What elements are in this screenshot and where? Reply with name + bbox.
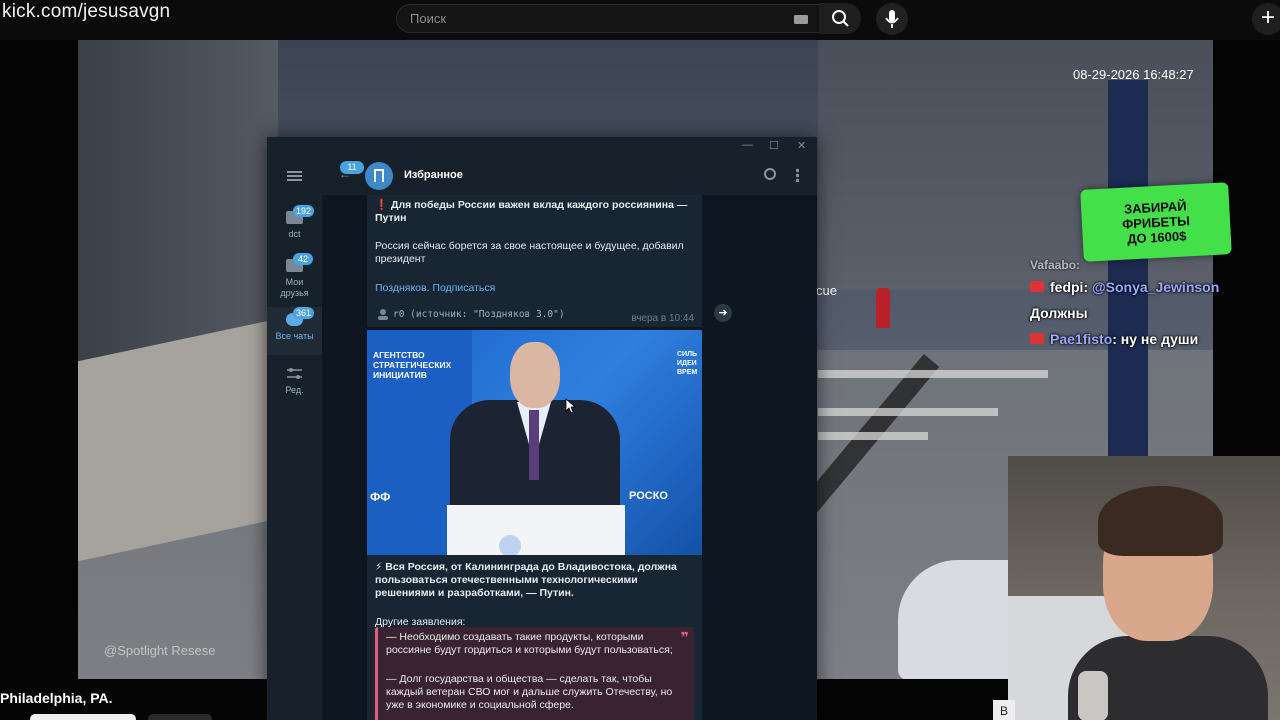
chat-message: Vafaabo:: [1030, 256, 1260, 274]
stream-chat-overlay: Vafaabo: fedpi: @Sonya_Jewinson Должны P…: [1030, 256, 1260, 352]
message-quote: ❞ — Необходимо создавать такие продукты,…: [375, 627, 694, 720]
folder-dct[interactable]: 192 dct: [267, 205, 322, 251]
browser-topbar: kick.com/jesusavgn Поиск +: [0, 0, 1280, 40]
chat-mention[interactable]: @Sonya_Jewinson: [1092, 279, 1219, 295]
search-input[interactable]: Поиск: [396, 4, 861, 33]
partial-button[interactable]: B: [993, 700, 1015, 720]
speaker-tie: [529, 410, 539, 480]
chat-badge-icon: [1030, 281, 1044, 292]
search-button[interactable]: [819, 3, 861, 34]
unread-badge: 192: [293, 205, 315, 217]
follow-button[interactable]: [30, 714, 136, 720]
chat-message: fedpi: @Sonya_Jewinson: [1030, 274, 1260, 300]
promo-banner[interactable]: ЗАБИРАЙ ФРИБЕТЫ ДО 1600$: [1080, 182, 1232, 262]
sidewalk: [78, 318, 278, 562]
message-headline: ❗ Для победы России важен вклад каждого …: [375, 199, 688, 224]
chat-badge-icon: [1030, 333, 1044, 344]
menu-icon[interactable]: [287, 171, 302, 181]
streamer-webcam: [1008, 456, 1280, 720]
partial-overlay-text: cue: [816, 283, 837, 298]
search-placeholder: Поиск: [410, 11, 447, 26]
saved-messages-avatar[interactable]: [365, 162, 393, 190]
microphone-icon: [885, 10, 899, 28]
subscribe-button[interactable]: [148, 714, 212, 720]
cursor-icon: [565, 398, 576, 414]
stream-page: kick.com/jesusavgn Поиск + 08-29-2026 16…: [0, 0, 1280, 720]
search-icon: [832, 10, 849, 27]
forward-icon[interactable]: ➜: [714, 304, 732, 322]
photo-left-text: ФФ: [370, 490, 391, 504]
message-time: вчера в 10:44: [631, 313, 694, 324]
close-icon[interactable]: ✕: [797, 139, 806, 152]
crosswalk-stripe: [818, 408, 998, 416]
chat-text: Должны: [1030, 305, 1088, 321]
subscribe-link[interactable]: Поздняков. Подписаться: [375, 282, 495, 294]
more-vertical-icon[interactable]: [796, 168, 799, 182]
folder-edit[interactable]: Ред.: [267, 361, 322, 407]
bookmark-icon: [374, 169, 384, 182]
message-photo[interactable]: АГЕНТСТВО СТРАТЕГИЧЕСКИХ ИНИЦИАТИВ ФФ СИ…: [367, 330, 702, 555]
voice-search-button[interactable]: [876, 3, 908, 35]
settings-sliders-icon: [287, 368, 302, 379]
folder-label: Все чаты: [275, 331, 314, 341]
chat-message: Должны: [1030, 300, 1260, 326]
chat-username: Pae1fisto: [1050, 331, 1113, 347]
back-unread-badge: 11: [340, 161, 364, 174]
crosswalk-stripe: [818, 370, 1048, 378]
unread-badge: 361: [293, 307, 315, 319]
channel-url: kick.com/jesusavgn: [2, 1, 171, 22]
chat-username: Vafaabo: [1030, 258, 1077, 272]
create-button[interactable]: +: [1252, 3, 1280, 35]
message-bubble[interactable]: ❗ Для победы России важен вклад каждого …: [367, 195, 702, 327]
telegram-window: — ☐ ✕ 192 dct 42 Мои друзья 361 Все чаты: [267, 137, 817, 720]
message-headline: ⚡ Вся Россия, от Калининграда до Владиво…: [375, 561, 677, 599]
stream-location: Philadelphia, PA.: [0, 690, 113, 706]
microphone: [1078, 671, 1108, 720]
camera-watermark: @Spotlight Resese: [104, 643, 216, 658]
search-icon[interactable]: [764, 168, 776, 180]
keyboard-icon[interactable]: [794, 15, 808, 24]
chat-username: fedpi: [1050, 279, 1084, 295]
minimize-icon[interactable]: —: [742, 139, 753, 151]
folder-sidebar: 192 dct 42 Мои друзья 361 Все чаты Ред.: [267, 157, 322, 720]
message-source: r0 (источник: "Поздняков 3.0"): [393, 309, 565, 320]
chat-message: Pae1fisto: ну не души: [1030, 326, 1260, 352]
crosswalk-stripe: [818, 432, 928, 440]
message-body: Россия сейчас борется за свое настоящее …: [375, 240, 684, 265]
chat-text: : ну не души: [1112, 331, 1199, 347]
chat-title[interactable]: Избранное: [404, 169, 463, 181]
message-bubble[interactable]: ⚡ Вся Россия, от Калининграда до Владиво…: [367, 555, 702, 720]
unread-badge: 42: [293, 253, 313, 265]
folder-label: dct: [288, 229, 301, 239]
folder-label: Ред.: [285, 385, 304, 395]
quote-line: — Долг государства и общества — сделать …: [386, 673, 673, 711]
chat-header: [322, 157, 817, 195]
chat-text: :: [1076, 258, 1081, 272]
folder-friends[interactable]: 42 Мои друзья: [267, 253, 322, 303]
maximize-icon[interactable]: ☐: [769, 139, 779, 152]
streamer-hair: [1098, 486, 1223, 556]
podium-logo: [499, 535, 521, 555]
speaker-head: [510, 342, 560, 408]
promo-text: ЗАБИРАЙ ФРИБЕТЫ ДО 1600$: [1121, 198, 1191, 247]
fire-hydrant: [876, 288, 890, 328]
folder-all-chats[interactable]: 361 Все чаты: [267, 307, 322, 355]
photo-right-top-text: СИЛЬ ИДЕИ ВРЕМ: [677, 351, 698, 376]
chat-text: :: [1083, 279, 1089, 295]
podium: [447, 505, 625, 555]
roscongress-logo-text: РОСКО: [629, 490, 668, 502]
quote-line: — Необходимо создавать такие продукты, к…: [386, 631, 673, 656]
user-icon: [378, 309, 388, 320]
camera-timestamp: 08-29-2026 16:48:27: [1073, 67, 1194, 82]
asi-logo-text: АГЕНТСТВО СТРАТЕГИЧЕСКИХ ИНИЦИАТИВ: [373, 350, 452, 380]
window-titlebar: — ☐ ✕: [267, 137, 817, 157]
folder-label: Мои друзья: [280, 277, 309, 298]
